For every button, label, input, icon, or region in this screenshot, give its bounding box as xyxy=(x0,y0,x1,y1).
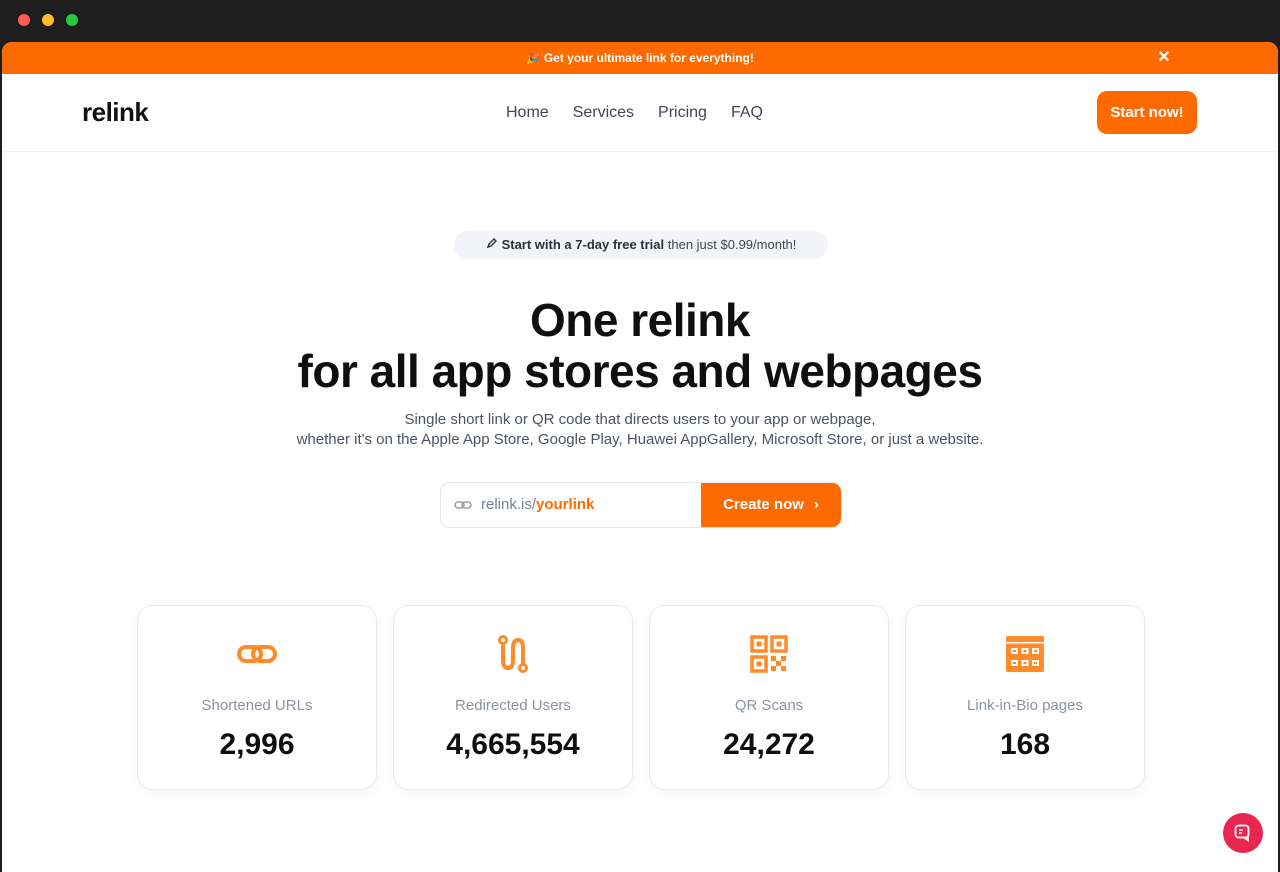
stat-value: 2,996 xyxy=(219,728,295,761)
nav-links: Home Services Pricing FAQ xyxy=(506,104,763,122)
close-window-dot[interactable] xyxy=(18,14,30,26)
chat-icon xyxy=(1234,824,1250,842)
chat-support-button[interactable] xyxy=(1223,813,1263,853)
route-icon xyxy=(493,634,533,674)
link-slug-placeholder: yourlink xyxy=(536,496,595,513)
link-icon xyxy=(237,634,277,674)
stat-value: 4,665,554 xyxy=(446,728,580,761)
trial-pill-bold: Start with a 7-day free trial xyxy=(501,237,665,252)
hero-headline-line2: for all app stores and webpages xyxy=(297,345,983,397)
stat-value: 168 xyxy=(999,728,1051,761)
stats-cards: Shortened URLs 2,996 Redirected Users 4,… xyxy=(137,605,1145,790)
minimize-window-dot[interactable] xyxy=(42,14,54,26)
nav-link-services[interactable]: Services xyxy=(573,104,634,122)
trial-pill-rest: then just $0.99/month! xyxy=(664,237,797,252)
stat-card-redirected-users: Redirected Users 4,665,554 xyxy=(393,605,633,790)
top-navigation: relink Home Services Pricing FAQ Start n… xyxy=(2,74,1278,152)
link-icon xyxy=(454,497,472,513)
browser-page: 🎉 Get your ultimate link for everything! … xyxy=(2,42,1278,872)
create-now-label: Create now xyxy=(723,496,804,513)
link-input-field[interactable]: relink.is/yourlink xyxy=(481,496,594,513)
trial-pill: Start with a 7-day free trial then just … xyxy=(454,231,828,259)
window-titlebar xyxy=(0,0,1280,40)
promo-banner: 🎉 Get your ultimate link for everything! … xyxy=(2,42,1278,74)
create-now-button[interactable]: Create now › xyxy=(701,483,841,527)
maximize-window-dot[interactable] xyxy=(66,14,78,26)
link-domain-prefix: relink.is/ xyxy=(481,496,537,513)
stat-card-shortened-urls: Shortened URLs 2,996 xyxy=(137,605,377,790)
start-now-button[interactable]: Start now! xyxy=(1097,91,1197,134)
stat-card-qr-scans: QR Scans 24,272 xyxy=(649,605,889,790)
stat-label: Redirected Users xyxy=(455,697,571,714)
stat-card-link-in-bio: Link-in-Bio pages 168 xyxy=(905,605,1145,790)
create-link-form: relink.is/yourlink Create now › xyxy=(440,482,842,528)
qr-code-icon xyxy=(749,634,789,674)
grid-page-icon xyxy=(1005,634,1045,674)
stat-label: Link-in-Bio pages xyxy=(967,697,1083,714)
chevron-right-icon: › xyxy=(813,496,819,513)
banner-close-icon[interactable]: ✕ xyxy=(1154,48,1174,68)
nav-link-home[interactable]: Home xyxy=(506,104,549,122)
nav-link-faq[interactable]: FAQ xyxy=(731,104,763,122)
hero-subtitle-line2: whether it's on the Apple App Store, Goo… xyxy=(296,431,984,448)
party-icon: 🎉 xyxy=(526,53,540,65)
stat-label: Shortened URLs xyxy=(201,697,313,714)
stat-value: 24,272 xyxy=(723,728,815,761)
pencil-icon xyxy=(486,231,498,259)
hero-headline-line1: One relink xyxy=(530,294,750,346)
stat-label: QR Scans xyxy=(734,697,804,714)
hero-subtitle-line1: Single short link or QR code that direct… xyxy=(404,411,876,428)
relink-logo[interactable]: relink xyxy=(82,97,149,128)
banner-text: Get your ultimate link for everything! xyxy=(543,51,754,65)
nav-link-pricing[interactable]: Pricing xyxy=(658,104,707,122)
